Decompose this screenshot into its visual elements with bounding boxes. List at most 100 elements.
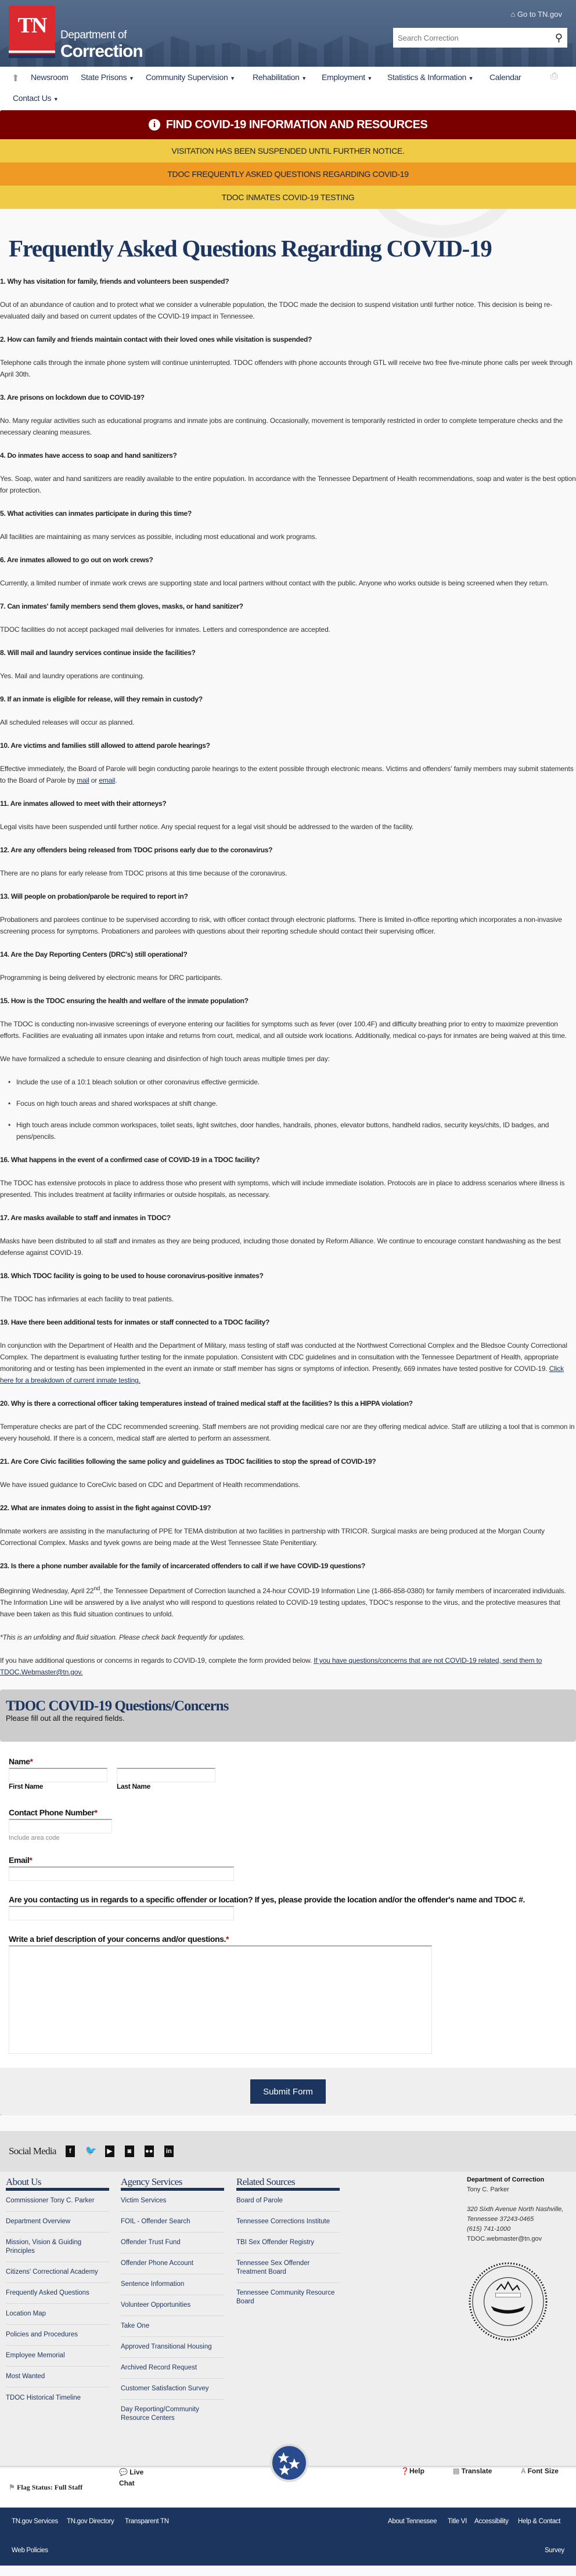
footer-link[interactable]: Policies and Procedures: [6, 2325, 109, 2346]
nav-rehabilitation[interactable]: Rehabilitation ▼: [253, 73, 307, 82]
footer-link[interactable]: Tennessee Community Resource Board: [236, 2283, 340, 2312]
form-subtitle: Please fill out all the required fields.: [6, 1714, 125, 1723]
footer-link[interactable]: Employee Memorial: [6, 2346, 109, 2367]
linkedin-icon[interactable]: in: [164, 2146, 174, 2157]
print-icon[interactable]: ⎙: [550, 71, 558, 82]
footer-link[interactable]: Archived Record Request: [121, 2358, 224, 2379]
flag-icon: ⚑: [9, 2483, 17, 2491]
link-title-vi[interactable]: Title VI: [448, 2518, 467, 2525]
footer-link[interactable]: Offender Trust Fund: [121, 2233, 224, 2253]
link-tn-directory[interactable]: TN.gov Directory: [67, 2518, 114, 2525]
footer-link[interactable]: Volunteer Opportunities: [121, 2295, 224, 2316]
footer-link[interactable]: TBI Sex Offender Registry: [236, 2233, 340, 2253]
answer-text: No. Many regular activities such as educ…: [0, 417, 563, 436]
answer-link[interactable]: mail: [77, 776, 89, 784]
footer-link[interactable]: Citizens' Correctional Academy: [6, 2262, 109, 2283]
instagram-icon[interactable]: ◙: [124, 2146, 134, 2157]
alert-faq[interactable]: TDOC FREQUENTLY ASKED QUESTIONS REGARDIN…: [0, 162, 576, 186]
tn-logo[interactable]: TN: [9, 6, 55, 58]
last-name-input[interactable]: [117, 1768, 215, 1782]
link-survey[interactable]: Survey: [545, 2547, 564, 2554]
nav-statistics[interactable]: Statistics & Information ▼: [387, 73, 473, 82]
alert-visitation[interactable]: VISITATION HAS BEEN SUSPENDED UNTIL FURT…: [0, 139, 576, 162]
faq-item: 13. Will people on probation/parole be r…: [0, 891, 576, 937]
footer-link[interactable]: Commissioner Tony C. Parker: [6, 2191, 109, 2212]
tristar-logo[interactable]: [270, 2444, 308, 2482]
footer-link[interactable]: Tennessee Sex Offender Treatment Board: [236, 2253, 340, 2283]
footer-link[interactable]: Frequently Asked Questions: [6, 2283, 109, 2304]
footer-column: Related Sources Board of Parole Tennessee …: [236, 2175, 340, 2312]
contact-phone: (615) 741-1000: [467, 2226, 511, 2233]
translate-button[interactable]: ▤ Translate: [453, 2467, 492, 2475]
footer-link[interactable]: Customer Satisfaction Survey: [121, 2379, 224, 2400]
phone-hint: Include area code: [9, 1835, 60, 1841]
nav-newsroom[interactable]: Newsroom: [31, 73, 69, 82]
last-name-sublabel: Last Name: [117, 1782, 150, 1790]
answer-link[interactable]: email: [99, 776, 115, 784]
footer-link[interactable]: Board of Parole: [236, 2191, 340, 2212]
footer-link[interactable]: Mission, Vision & Guiding Principles: [6, 2233, 109, 2262]
link-tn-services[interactable]: TN.gov Services: [12, 2518, 58, 2525]
footer-link[interactable]: Sentence Information: [121, 2274, 224, 2295]
nav-employment[interactable]: Employment ▼: [322, 73, 372, 82]
search-icon[interactable]: ⚲: [555, 32, 563, 44]
answer-text: Legal visits have been suspended until f…: [0, 823, 414, 831]
nav-community-supervision[interactable]: Community Supervision ▼: [146, 73, 235, 82]
faq-question: 4. Do inmates have access to soap and ha…: [0, 451, 177, 460]
covid-resources-banner[interactable]: i FIND COVID-19 INFORMATION AND RESOURCES: [0, 110, 576, 139]
link-web-policies[interactable]: Web Policies: [12, 2547, 48, 2554]
link-help-contact[interactable]: Help & Contact: [518, 2518, 560, 2525]
footer-column-title: About Us: [6, 2175, 109, 2191]
live-chat-button[interactable]: 💬 Live Chat: [119, 2467, 143, 2489]
footer-link[interactable]: FOIL - Offender Search: [121, 2212, 224, 2233]
faq-answer: We have issued guidance to CoreCivic bas…: [0, 1479, 576, 1490]
footer-columns: Department of Correction Tony C. Parker …: [0, 2172, 576, 2466]
faq-answer: All scheduled releases will occur as pla…: [0, 717, 576, 728]
covid-banner-text: FIND COVID-19 INFORMATION AND RESOURCES: [165, 118, 428, 131]
home-icon[interactable]: ⬆: [12, 73, 19, 84]
twitter-icon[interactable]: 🐦: [85, 2146, 97, 2157]
footer-link[interactable]: Day Reporting/Community Resource Centers: [121, 2400, 224, 2429]
offender-input[interactable]: [9, 1906, 234, 1920]
first-name-input[interactable]: [9, 1768, 107, 1782]
nav-contact-us[interactable]: Contact Us ▼: [13, 93, 59, 103]
nav-calendar[interactable]: Calendar: [489, 73, 521, 82]
contact-email[interactable]: TDOC.webmaster@tn.gov: [467, 2235, 542, 2242]
dept-name-line2[interactable]: Correction: [60, 42, 143, 61]
alert-testing[interactable]: TDOC INMATES COVID-19 TESTING: [0, 186, 576, 209]
footer-link[interactable]: Victim Services: [121, 2191, 224, 2212]
contact-block: Department of Correction Tony C. Parker …: [467, 2175, 563, 2244]
footer-link[interactable]: Most Wanted: [6, 2367, 109, 2387]
email-input[interactable]: [9, 1866, 234, 1881]
description-textarea[interactable]: [9, 1945, 432, 2054]
help-button[interactable]: ❓Help: [401, 2467, 424, 2475]
flag-status[interactable]: ⚑ Flag Status: Full Staff: [9, 2483, 82, 2492]
faq-item: 2. How can family and friends maintain c…: [0, 334, 576, 380]
answer-text: There are no plans for early release fro…: [0, 869, 287, 877]
youtube-icon[interactable]: ▶: [105, 2146, 114, 2157]
footer-link[interactable]: Tennessee Corrections Institute: [236, 2212, 340, 2233]
footer-link[interactable]: Location Map: [6, 2304, 109, 2325]
answer-text: Masks have been distributed to all staff…: [0, 1237, 561, 1257]
footer-link[interactable]: Department Overview: [6, 2212, 109, 2233]
link-accessibility[interactable]: Accessibility: [474, 2518, 509, 2525]
nav-state-prisons[interactable]: State Prisons ▼: [81, 73, 134, 82]
closing-paragraph: If you have additional questions or conc…: [0, 1655, 576, 1678]
home-icon: ⌂: [510, 10, 517, 19]
go-to-tn-link[interactable]: ⌂ Go to TN.gov: [510, 10, 562, 19]
faq-item: 8. Will mail and laundry services contin…: [0, 647, 576, 682]
footer-link[interactable]: TDOC Historical Timeline: [6, 2387, 109, 2408]
submit-form-button[interactable]: Submit Form: [250, 2079, 326, 2104]
flickr-icon[interactable]: ●●: [144, 2146, 154, 2157]
link-about-tennessee[interactable]: About Tennessee: [388, 2518, 437, 2525]
footer-link[interactable]: Approved Transitional Housing: [121, 2337, 224, 2358]
faq-answer: Inmate workers are assisting in the manu…: [0, 1525, 576, 1549]
footer-link[interactable]: Offender Phone Account: [121, 2253, 224, 2274]
font-size-button[interactable]: A Font Size: [521, 2467, 559, 2475]
footer-link[interactable]: Take One: [121, 2316, 224, 2337]
phone-input[interactable]: [9, 1819, 112, 1833]
facebook-icon[interactable]: f: [65, 2146, 75, 2157]
chevron-down-icon: ▼: [53, 96, 59, 102]
link-transparent-tn[interactable]: Transparent TN: [125, 2518, 169, 2525]
search-input[interactable]: [398, 33, 555, 42]
